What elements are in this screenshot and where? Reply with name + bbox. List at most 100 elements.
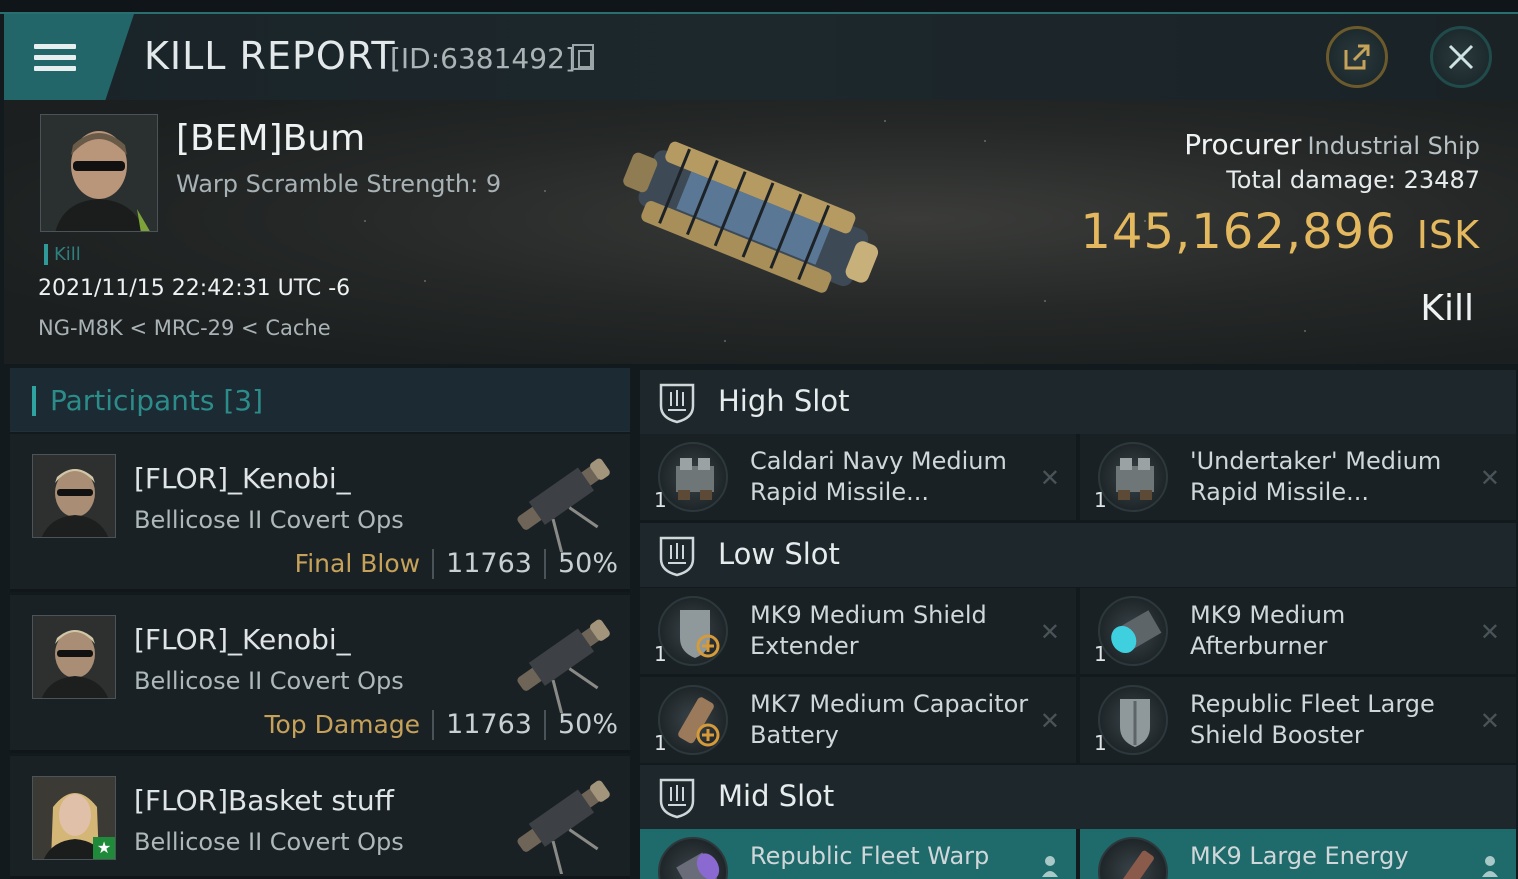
participant-avatar[interactable]: ★ [32, 776, 116, 860]
low-slot-header: Low Slot [640, 523, 1516, 587]
participant-percent: 50% [557, 709, 618, 740]
shield-booster-icon [1098, 685, 1168, 755]
window-header: KILL REPORT [ID:6381492] [4, 14, 1518, 100]
capacitor-battery-icon [658, 685, 728, 755]
module-qty: 1 [654, 642, 667, 666]
final-blow-tag: Final Blow [294, 549, 421, 578]
low-slot-label: Low Slot [718, 537, 840, 571]
divider [543, 548, 546, 579]
module-name: MK7 Medium Capacitor Battery [750, 690, 1029, 749]
hamburger-icon [34, 38, 76, 77]
participant-name[interactable]: [FLOR]_Kenobi_ [134, 623, 351, 656]
participant-ship: Bellicose II Covert Ops [134, 506, 404, 534]
close-icon [1448, 44, 1474, 70]
pilot-avatar-icon [33, 616, 115, 698]
module-name: 'Undertaker' Medium Rapid Missile... [1190, 447, 1442, 506]
kill-location[interactable]: NG-M8K < MRC-29 < Cache [38, 316, 331, 340]
divider [432, 709, 435, 740]
high-slot-label: High Slot [718, 384, 850, 418]
module-item[interactable]: 1 Republic Fleet Large Shield Booster ✕ [1080, 677, 1516, 763]
kill-report-window: KILL REPORT [ID:6381492] [BEM]Bum Warp S… [0, 0, 1518, 879]
missile-launcher-icon [658, 442, 728, 512]
module-item[interactable]: 1 Caldari Navy Medium Rapid Missile... ✕ [640, 434, 1076, 520]
share-button[interactable] [1326, 26, 1388, 88]
participant-percent: 50% [557, 548, 618, 579]
participant-row[interactable]: ★ [FLOR]Basket stuff Bellicose II Covert… [10, 756, 630, 879]
participant-ship: Bellicose II Covert Ops [134, 667, 404, 695]
menu-button[interactable] [4, 14, 134, 100]
energy-neutralizer-icon [1098, 837, 1168, 879]
kill-datetime: 2021/11/15 22:42:31 UTC -6 [38, 276, 351, 301]
mid-slot-header: Mid Slot [640, 765, 1516, 829]
participant-avatar[interactable] [32, 615, 116, 699]
module-name: MK9 Medium Shield Extender [750, 601, 987, 660]
total-damage-value: 23487 [1403, 166, 1480, 194]
participant-name[interactable]: [FLOR]_Kenobi_ [134, 462, 351, 495]
close-button[interactable] [1430, 26, 1492, 88]
module-name: Caldari Navy Medium Rapid Missile... [750, 447, 1007, 506]
slot-shield-icon [659, 383, 695, 424]
participant-avatar[interactable] [32, 454, 116, 538]
module-item[interactable]: 1 MK9 Medium Shield Extender ✕ [640, 588, 1076, 674]
report-id: [ID:6381492] [390, 42, 576, 75]
divider [432, 548, 435, 579]
participant-damage: 11763 [446, 709, 532, 740]
module-qty: 1 [1094, 731, 1107, 755]
module-qty: 1 [654, 731, 667, 755]
module-item[interactable]: Republic Fleet Warp [640, 829, 1076, 879]
high-slot-header: High Slot [640, 370, 1516, 434]
module-qty: 1 [654, 488, 667, 512]
page-title: KILL REPORT [144, 34, 396, 78]
warp-disruptor-icon [658, 837, 728, 879]
destroyed-icon: ✕ [1479, 707, 1500, 735]
copy-icon[interactable] [572, 44, 594, 70]
person-icon [1482, 856, 1498, 877]
kill-type-tag: Kill [44, 244, 81, 265]
ship-class: Industrial Ship [1307, 132, 1480, 160]
participant-name[interactable]: [FLOR]Basket stuff [134, 784, 394, 817]
mid-slot-label: Mid Slot [718, 779, 835, 813]
top-damage-tag: Top Damage [264, 710, 421, 739]
isk-value-line: 145,162,896 ISK [1080, 204, 1480, 260]
module-name: Republic Fleet Warp [750, 842, 990, 870]
ship-name[interactable]: Procurer [1184, 128, 1301, 161]
person-icon [1042, 856, 1058, 877]
pilot-avatar-icon [33, 455, 115, 537]
participant-damage: 11763 [446, 548, 532, 579]
participant-ship: Bellicose II Covert Ops [134, 828, 404, 856]
destroyed-icon: ✕ [1479, 618, 1500, 646]
victim-name[interactable]: [BEM]Bum [176, 118, 365, 159]
destroyed-icon: ✕ [1479, 464, 1500, 492]
participants-title: Participants [3] [50, 384, 264, 417]
victim-portrait[interactable] [40, 114, 158, 232]
module-qty: 1 [1094, 488, 1107, 512]
destroyed-icon: ✕ [1039, 618, 1060, 646]
share-icon [1344, 44, 1370, 70]
destroyed-icon: ✕ [1039, 464, 1060, 492]
module-name: Republic Fleet Large Shield Booster [1190, 690, 1435, 749]
missile-launcher-icon [1098, 442, 1168, 512]
destroyed-icon: ✕ [1039, 707, 1060, 735]
module-item[interactable]: 1 MK7 Medium Capacitor Battery ✕ [640, 677, 1076, 763]
slot-shield-icon [659, 536, 695, 577]
participant-row[interactable]: [FLOR]_Kenobi_ Bellicose II Covert Ops T… [10, 595, 630, 753]
pilot-avatar-icon [41, 115, 157, 231]
module-name: MK9 Large Energy [1190, 842, 1409, 870]
participant-row[interactable]: [FLOR]_Kenobi_ Bellicose II Covert Ops F… [10, 434, 630, 592]
module-item[interactable]: MK9 Large Energy [1080, 829, 1516, 879]
corp-star-icon: ★ [93, 837, 115, 859]
shield-extender-icon [658, 596, 728, 666]
participant-stats: Final Blow 11763 50% [295, 548, 618, 579]
total-damage-line: Total damage: 23487 [1226, 166, 1480, 194]
isk-unit: ISK [1416, 213, 1480, 257]
module-name: MK9 Medium Afterburner [1190, 601, 1346, 660]
ship-type-line: Procurer Industrial Ship [1184, 128, 1480, 161]
module-item[interactable]: 1 MK9 Medium Afterburner ✕ [1080, 588, 1516, 674]
participant-ship-icon [517, 619, 610, 713]
isk-value: 145,162,896 [1080, 204, 1397, 260]
top-accent-bar [0, 0, 1518, 14]
participant-ship-icon [517, 780, 610, 874]
module-item[interactable]: 1 'Undertaker' Medium Rapid Missile... ✕ [1080, 434, 1516, 520]
ship-render-icon [623, 141, 879, 293]
slot-shield-icon [659, 778, 695, 819]
